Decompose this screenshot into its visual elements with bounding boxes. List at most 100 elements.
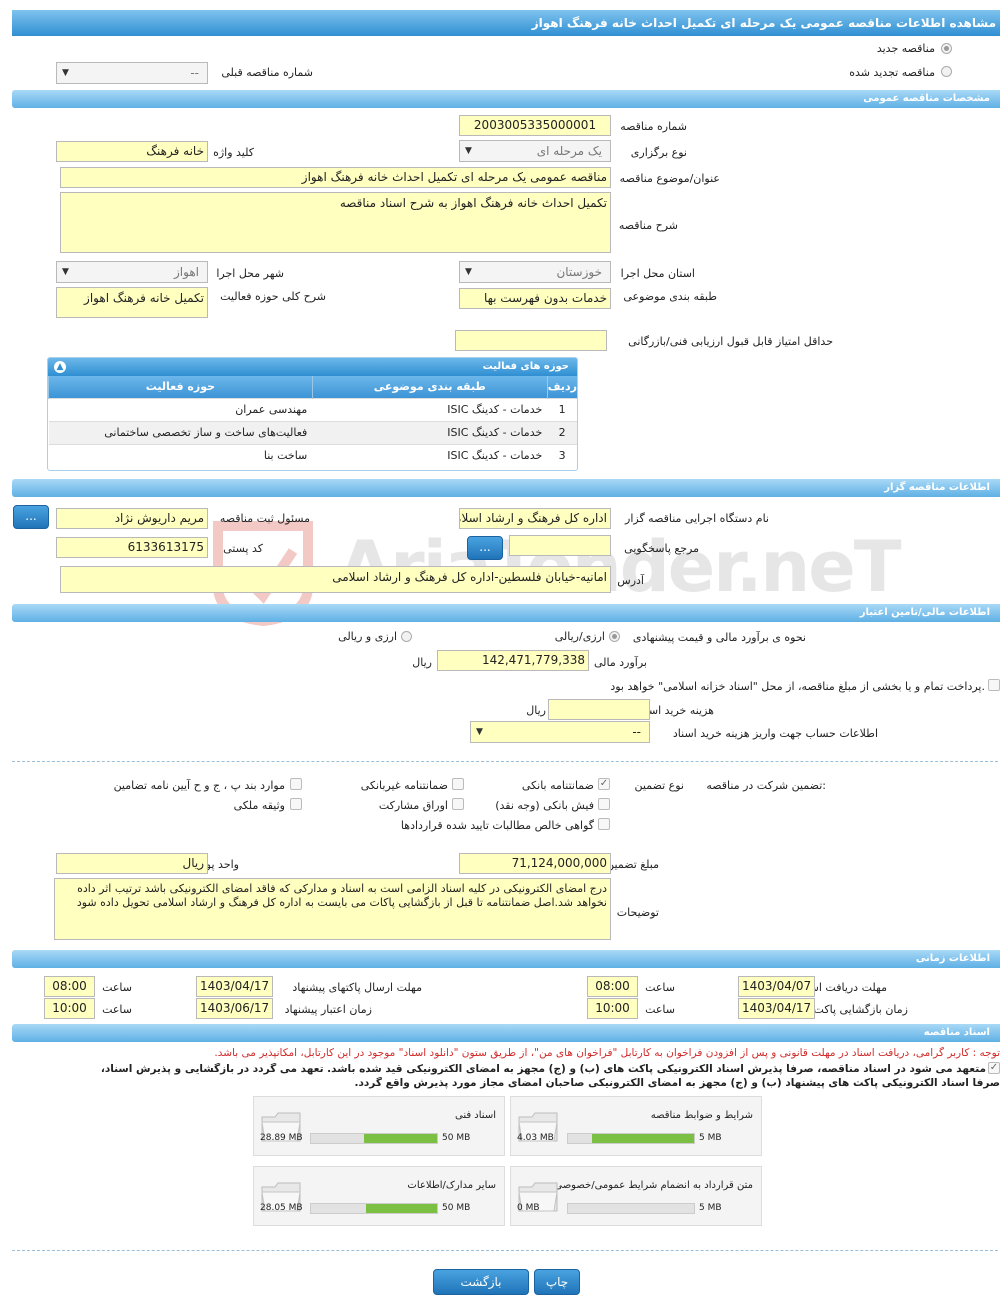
chevron-down-icon: ▼ xyxy=(465,267,472,277)
reference-field[interactable] xyxy=(509,535,611,556)
commitment-checkbox[interactable]: ✓ xyxy=(988,1062,1000,1074)
title-field[interactable]: مناقصه عمومی یک مرحله ای تکمیل احداث خان… xyxy=(60,167,611,188)
file-card[interactable]: متن قرارداد به انضمام شرایط عمومی/خصوصی … xyxy=(510,1166,762,1226)
row-number: 3 xyxy=(547,443,577,467)
new-tender-radio[interactable] xyxy=(941,43,952,54)
doc-cost-field[interactable] xyxy=(548,699,650,720)
officer-lookup-button[interactable]: ... xyxy=(13,505,49,529)
regulation-items-checkbox[interactable] xyxy=(290,778,302,790)
activity-scope-field[interactable]: تکمیل خانه فرهنگ اهواز xyxy=(56,287,208,318)
type-select[interactable]: یک مرحله ای ▼ xyxy=(459,140,611,162)
row-category: خدمات - کدینگ ISIC xyxy=(312,443,548,467)
guarantee-notes-label: توضیحات xyxy=(616,906,659,919)
docs-note: توجه : کاربر گرامی، دریافت اسناد در مهلت… xyxy=(214,1047,1000,1059)
account-select[interactable]: -- ▼ xyxy=(470,721,650,743)
row-field: ساخت بنا xyxy=(48,443,313,467)
type-value: یک مرحله ای xyxy=(536,144,602,158)
property-label: وثیقه ملکی xyxy=(233,799,285,812)
print-button[interactable]: چاپ xyxy=(534,1269,580,1295)
officer-field[interactable]: مریم داریوش نژاد xyxy=(56,508,208,529)
file-card[interactable]: شرایط و ضوابط مناقصه 4.03 MB 5 MB xyxy=(510,1096,762,1156)
city-value: اهواز xyxy=(174,265,199,279)
file-card[interactable]: سایر مدارک/اطلاعات 28.05 MB 50 MB xyxy=(253,1166,505,1226)
regulation-items-label: موارد بند پ ، ج و ح آیین نامه تضامین xyxy=(113,779,285,792)
send-deadline-label: مهلت ارسال پاکتهای پیشنهاد xyxy=(292,981,422,994)
send-date-field[interactable]: 1403/04/17 xyxy=(196,976,273,997)
property-checkbox[interactable] xyxy=(290,798,302,810)
prev-tender-no-select[interactable]: -- ▼ xyxy=(56,62,208,84)
estimate-field[interactable]: 142,471,779,338 xyxy=(437,650,589,671)
officer-label: مسئول ثبت مناقصه xyxy=(219,512,310,525)
file-progress-fill xyxy=(364,1134,437,1143)
reference-lookup-button[interactable]: ... xyxy=(467,536,503,560)
description-field[interactable]: تکمیل احداث خانه فرهنگ اهواز به شرح اسنا… xyxy=(60,192,611,253)
file-name: سایر مدارک/اطلاعات xyxy=(407,1180,496,1191)
keyword-label: کلید واژه xyxy=(213,146,254,159)
file-progress-fill xyxy=(592,1134,694,1143)
reference-label: مرجع پاسخگویی xyxy=(624,542,699,555)
opening-date-field[interactable]: 1403/04/17 xyxy=(738,998,815,1019)
org-name-field[interactable]: اداره کل فرهنگ و ارشاد اسلامی xyxy=(459,508,611,529)
file-progress xyxy=(567,1133,695,1144)
currency-field[interactable]: ریال xyxy=(56,853,208,874)
table-row: 3 خدمات - کدینگ ISIC ساخت بنا xyxy=(48,443,577,467)
validity-time-label: ساعت xyxy=(102,1003,132,1016)
file-progress xyxy=(567,1203,695,1214)
guarantee-amount-field[interactable]: 71,124,000,000 xyxy=(459,853,611,874)
send-time-field[interactable]: 08:00 xyxy=(44,976,95,997)
file-size-used: 4.03 MB xyxy=(517,1133,554,1143)
currency-and-rial-radio[interactable] xyxy=(401,631,412,642)
currency-rial-radio[interactable] xyxy=(609,631,620,642)
currency-rial-label: ارزی/ریالی xyxy=(554,630,605,643)
commitment-text-1: متعهد می شود در اسناد مناقصه، صرفاً پذیر… xyxy=(100,1063,986,1075)
nonbank-guarantee-checkbox[interactable] xyxy=(452,778,464,790)
city-select[interactable]: اهواز ▼ xyxy=(56,261,208,283)
file-size-max: 5 MB xyxy=(699,1133,722,1143)
receive-time-field[interactable]: 08:00 xyxy=(587,976,638,997)
row-field: فعالیت‌های ساخت و ساز تخصصی ساختمانی xyxy=(48,420,313,444)
file-progress xyxy=(310,1133,438,1144)
back-button[interactable]: بازگشت xyxy=(433,1269,529,1295)
bank-guarantee-checkbox[interactable]: ✓ xyxy=(598,778,610,790)
participation-bonds-checkbox[interactable] xyxy=(452,798,464,810)
postal-code-field[interactable]: 6133613175 xyxy=(56,537,208,558)
category-field[interactable]: خدمات بدون فهرست بها xyxy=(459,288,611,309)
address-field[interactable]: امانیه-خیابان فلسطین-اداره کل فرهنگ و ار… xyxy=(60,566,611,593)
keyword-field[interactable]: خانه فرهنگ xyxy=(56,141,208,162)
province-select[interactable]: خوزستان ▼ xyxy=(459,261,611,283)
nonbank-guarantee-label: ضمانتنامه غیربانکی xyxy=(360,779,448,792)
activity-scope-label: شرح کلی حوزه فعالیت xyxy=(220,290,326,303)
min-score-label: حداقل امتیاز قابل قبول ارزیابی فنی/بازرگ… xyxy=(628,335,833,348)
guarantee-notes-field[interactable]: درج امضای الکترونیکی در کلیه اسناد الزام… xyxy=(54,878,611,940)
tender-no-field[interactable]: 2003005335000001 xyxy=(459,115,611,136)
collapse-icon[interactable]: ▲ xyxy=(54,361,66,373)
currency-and-rial-label: ارزی و ریالی xyxy=(338,630,397,643)
file-card[interactable]: اسناد فنی 28.89 MB 50 MB xyxy=(253,1096,505,1156)
tender-no-label: شماره مناقصه xyxy=(620,120,687,133)
estimate-unit: ریال xyxy=(412,656,432,669)
activities-panel: حوزه های فعالیت ▲ ردیف طبقه بندی موضوعی … xyxy=(47,357,578,471)
validity-date-field[interactable]: 1403/06/17 xyxy=(196,998,273,1019)
claims-checkbox[interactable] xyxy=(598,818,610,830)
new-tender-label: مناقصه جدید xyxy=(876,42,935,55)
renewed-tender-radio[interactable] xyxy=(941,66,952,77)
bank-guarantee-label: ضمانتنامه بانکی xyxy=(521,779,594,792)
row-number: 2 xyxy=(547,420,577,444)
chevron-down-icon: ▼ xyxy=(62,267,69,277)
file-size-used: 28.89 MB xyxy=(260,1133,303,1143)
col-category: طبقه بندی موضوعی xyxy=(311,376,548,398)
receive-date-field[interactable]: 1403/04/07 xyxy=(738,976,815,997)
org-name-label: نام دستگاه اجرایی مناقصه گزار xyxy=(625,512,769,525)
treasury-payment-checkbox[interactable] xyxy=(988,679,1000,691)
file-progress-fill xyxy=(366,1204,437,1213)
validity-time-field[interactable]: 10:00 xyxy=(44,998,95,1019)
participation-bonds-label: اوراق مشارکت xyxy=(378,799,448,812)
opening-hour-label: ساعت xyxy=(645,1003,675,1016)
table-header-row: ردیف طبقه بندی موضوعی حوزه فعالیت xyxy=(48,376,577,398)
min-score-field[interactable] xyxy=(455,330,607,351)
opening-hour-field[interactable]: 10:00 xyxy=(587,998,638,1019)
bank-receipt-checkbox[interactable] xyxy=(598,798,610,810)
section-docs: اسناد مناقصه xyxy=(12,1024,1000,1042)
file-name: اسناد فنی xyxy=(455,1110,496,1121)
province-value: خوزستان xyxy=(556,265,602,279)
